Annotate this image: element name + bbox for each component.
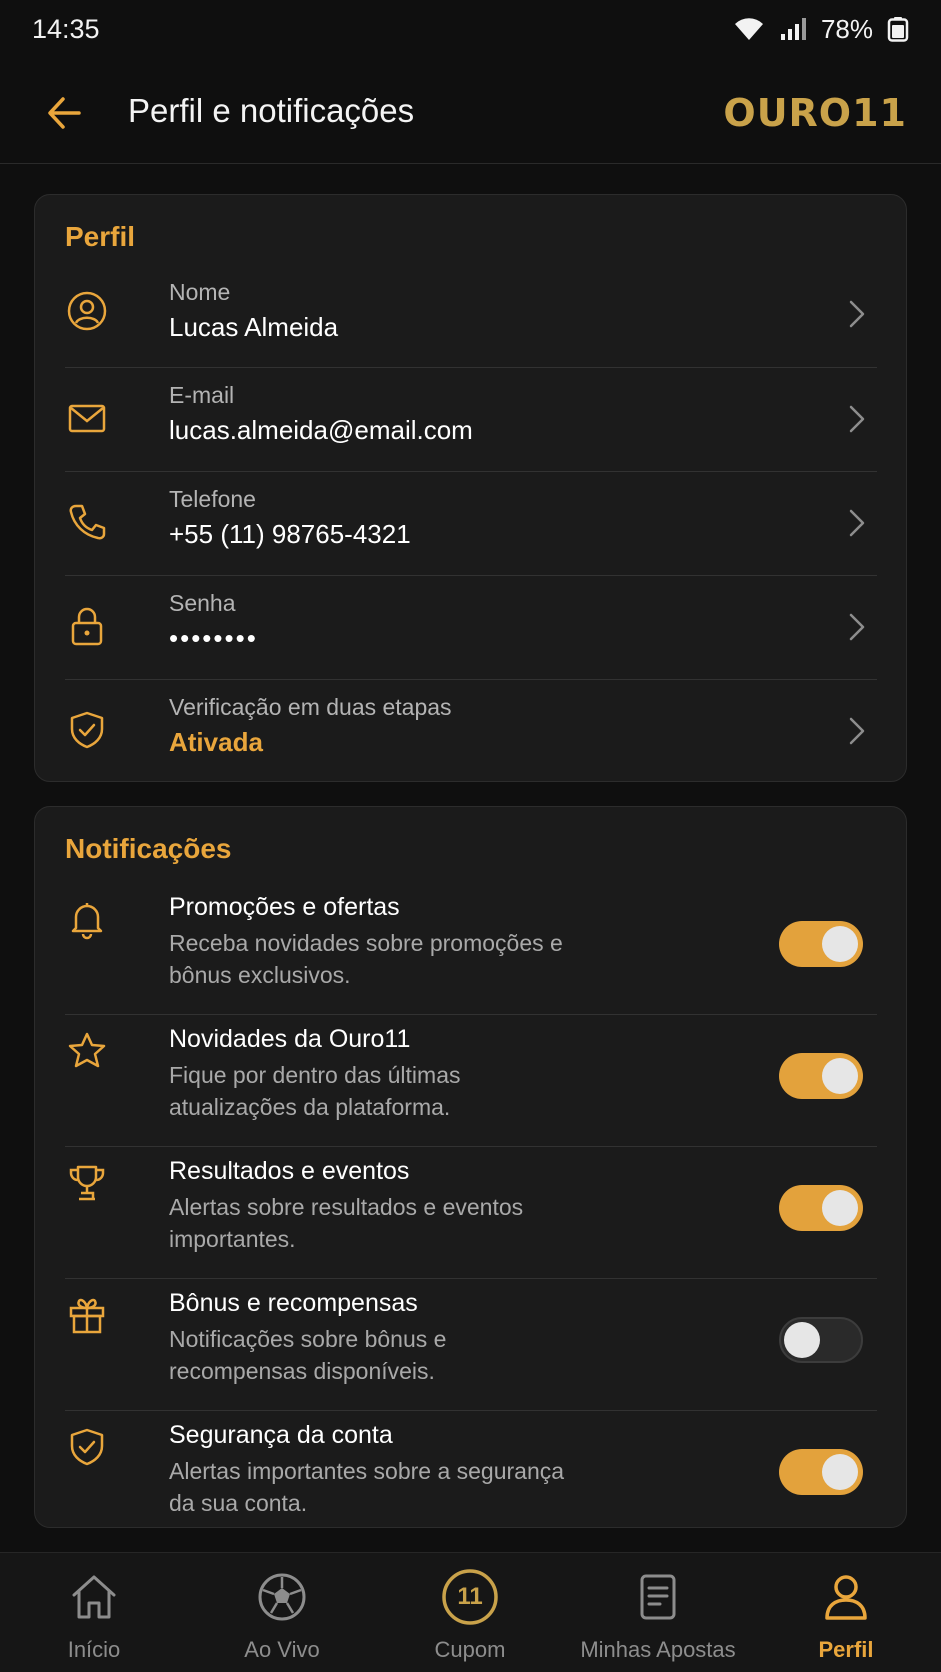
nav-item-profile[interactable]: Perfil [752,1553,940,1672]
gift-icon [65,1293,109,1337]
back-button[interactable] [40,88,90,138]
notification-title: Resultados e eventos [169,1157,410,1185]
profile-row-phone[interactable]: Telefone +55 (11) 98765-4321 [65,472,877,576]
page-title: Perfil e notificações [128,92,415,129]
battery-percent: 78% [820,13,873,44]
profile-row-two-factor[interactable]: Verificação em duas etapas Ativada [65,680,877,780]
toggle-promotions[interactable] [779,921,863,967]
two-factor-status: Ativada [169,727,263,757]
status-indicators: 78% [733,14,909,45]
notification-description: Fique por dentro das últimas atualizaçõe… [169,1062,461,1120]
battery-icon [887,16,909,42]
notifications-section: Notificações Promoções e ofertas Receba … [34,806,907,1528]
nav-label: Início [67,1637,121,1662]
phone-icon [65,500,109,544]
home-icon [66,1569,122,1625]
row-value: •••••••• [169,623,258,653]
profile-row-password[interactable]: Senha •••••••• [65,576,877,680]
chevron-right-icon [849,509,865,537]
wifi-icon [733,16,765,42]
notification-item-news: Novidades da Ouro11 Fique por dentro das… [65,1015,877,1147]
notification-description: Alertas sobre resultados e eventos impor… [169,1194,524,1252]
row-value: +55 (11) 98765-4321 [169,519,411,549]
cupom-badge: 11 [457,1583,483,1610]
star-icon [65,1029,109,1073]
nav-label: Perfil [818,1637,874,1662]
nav-item-live[interactable]: Ao Vivo [188,1553,376,1672]
arrow-left-icon [48,97,81,129]
profile-section-title: Perfil [65,221,136,252]
chevron-right-icon [849,613,865,641]
soccer-ball-icon [254,1569,310,1625]
row-value: lucas.almeida@email.com [169,415,473,445]
signal-icon [779,16,807,42]
notification-title: Segurança da conta [169,1421,393,1449]
chevron-right-icon [849,300,865,328]
app-header: Perfil e notificações OURO11 [0,58,941,164]
toggle-security[interactable] [779,1449,863,1495]
notification-description: Receba novidades sobre promoções e bônus… [169,930,563,988]
nav-label: Cupom [434,1637,506,1662]
notification-item-promotions: Promoções e ofertas Receba novidades sob… [65,883,877,1015]
notification-description: Notificações sobre bônus e recompensas d… [169,1326,447,1384]
chevron-right-icon [849,717,865,745]
profile-row-email[interactable]: E-mail lucas.almeida@email.com [65,368,877,472]
notification-item-bonus: Bônus e recompensas Notificações sobre b… [65,1279,877,1411]
row-label: Nome [169,279,231,305]
toggle-knob [822,926,858,962]
profile-row-name[interactable]: Nome Lucas Almeida [65,265,877,368]
row-value: Lucas Almeida [169,312,339,342]
notification-description: Alertas importantes sobre a segurança da… [169,1458,565,1516]
notification-title: Bônus e recompensas [169,1289,418,1317]
toggle-results[interactable] [779,1185,863,1231]
user-icon [818,1569,874,1625]
notification-title: Novidades da Ouro11 [169,1025,411,1053]
shield-check-icon [65,708,109,752]
bell-icon [65,897,109,941]
brand-logo: OURO11 [723,91,907,135]
toggle-knob [822,1454,858,1490]
toggle-knob [822,1058,858,1094]
status-time: 14:35 [32,13,100,44]
notifications-section-title: Notificações [65,833,232,864]
notification-title: Promoções e ofertas [169,893,400,921]
cupom-11-icon: 11 [442,1569,498,1625]
toggle-bonus[interactable] [779,1317,863,1363]
row-label: Telefone [169,486,256,512]
row-label: Verificação em duas etapas [169,694,452,720]
toggle-knob [784,1322,820,1358]
nav-item-cupom[interactable]: 11 Cupom [376,1553,564,1672]
chevron-right-icon [849,405,865,433]
user-icon [65,289,109,333]
mail-icon [65,396,109,440]
shield-check-icon [65,1425,109,1469]
profile-section: Perfil Nome Lucas Almeida E-mail lucas.a… [34,194,907,782]
nav-item-my-bets[interactable]: Minhas Apostas [564,1553,752,1672]
trophy-icon [65,1161,109,1205]
notification-item-security: Segurança da conta Alertas importantes s… [65,1411,877,1527]
bottom-navigation: Início Ao Vivo 11 Cupom Minhas Apostas P… [0,1552,941,1672]
lock-icon [65,604,109,648]
status-bar: 14:35 78% [0,0,941,58]
toggle-news[interactable] [779,1053,863,1099]
toggle-knob [822,1190,858,1226]
notification-item-results: Resultados e eventos Alertas sobre resul… [65,1147,877,1279]
nav-item-home[interactable]: Início [0,1553,188,1672]
nav-label: Minhas Apostas [580,1637,736,1662]
row-label: E-mail [169,382,235,408]
row-label: Senha [169,590,236,616]
nav-label: Ao Vivo [244,1637,320,1662]
bet-slip-icon [630,1569,686,1625]
